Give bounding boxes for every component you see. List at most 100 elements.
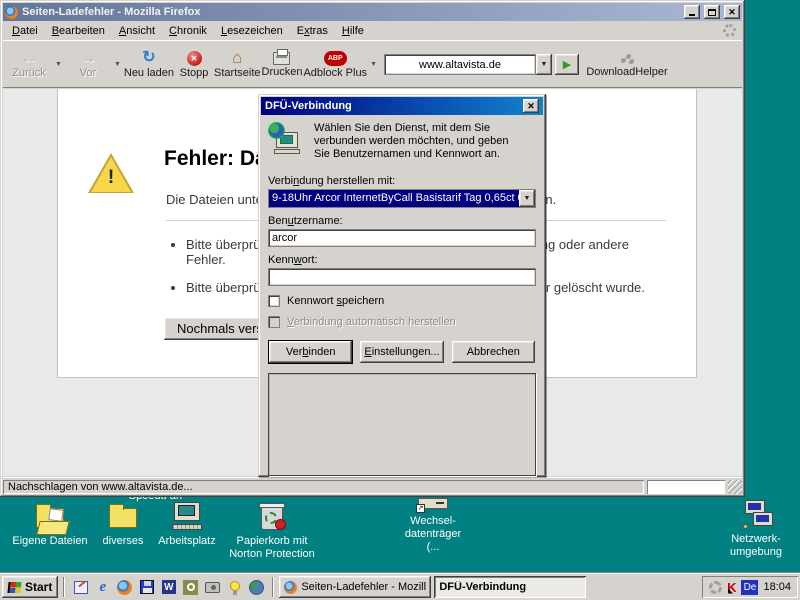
task-buttons: Seiten-Ladefehler - Mozilla ... DFÜ-Verb… <box>279 576 587 598</box>
menu-ansicht[interactable]: Ansicht <box>112 22 162 40</box>
password-field[interactable] <box>268 268 536 286</box>
url-input[interactable] <box>384 54 536 75</box>
auto-connect-label: Verbindung automatisch herstellen <box>287 316 456 328</box>
connection-combobox[interactable]: 9-18Uhr Arcor InternetByCall Basistarif … <box>268 189 536 208</box>
home-icon: ⌂ <box>232 48 243 67</box>
maximize-button[interactable] <box>704 5 720 19</box>
downloadhelper-button[interactable]: DownloadHelper <box>584 44 670 86</box>
network-icon <box>739 500 773 530</box>
stop-button[interactable]: ✕ Stopp <box>175 44 213 86</box>
forward-icon: → <box>79 48 97 67</box>
camera-icon[interactable] <box>204 579 221 596</box>
back-button[interactable]: ← Zurück <box>6 44 52 86</box>
save-password-checkbox[interactable] <box>268 295 280 307</box>
icon-label: diverses <box>102 535 144 547</box>
maximize-icon <box>708 8 716 16</box>
folder-icon <box>106 502 140 532</box>
dialog-titlebar[interactable]: DFÜ-Verbindung ✕ <box>261 97 543 115</box>
internet-explorer-icon[interactable]: e <box>94 579 111 596</box>
desktop-icon-wechseldatentraeger[interactable]: ↗ Wechsel-datenträger (... <box>390 496 476 554</box>
home-button[interactable]: ⌂ Startseite <box>214 44 260 86</box>
icon-label: Netzwerk-umgebung <box>730 533 782 558</box>
floppy-disk-icon[interactable] <box>138 579 155 596</box>
dialup-dialog: DFÜ-Verbindung ✕ Wählen Sie den Dienst, … <box>258 94 546 477</box>
browser-titlebar[interactable]: Seiten-Ladefehler - Mozilla Firefox ✕ <box>3 3 742 21</box>
taskbar: Start e W Seiten-Ladefehler - Mozilla ..… <box>0 573 800 600</box>
go-button[interactable]: ▶ <box>555 54 579 75</box>
divider <box>63 577 66 597</box>
window-title: Seiten-Ladefehler - Mozilla Firefox <box>22 6 201 18</box>
close-icon: ✕ <box>527 100 535 111</box>
throbber-icon <box>723 24 736 37</box>
desktop-icon-netzwerkumgebung[interactable]: Netzwerk-umgebung <box>716 500 796 559</box>
resize-grip-icon[interactable] <box>728 480 742 494</box>
status-area <box>268 373 536 476</box>
quick-launch-bar: e W <box>70 579 267 596</box>
stop-icon: ✕ <box>186 50 202 66</box>
folder-open-icon <box>33 502 70 535</box>
desktop-icon-arbeitsplatz[interactable]: Arbeitsplatz <box>152 502 222 548</box>
minimize-icon <box>689 14 695 16</box>
reload-button[interactable]: ↻ Neu laden <box>124 44 174 86</box>
downloadhelper-icon <box>619 51 635 65</box>
adblock-dropdown[interactable]: ▼ <box>368 61 379 68</box>
chevron-down-icon[interactable]: ▼ <box>519 190 535 207</box>
username-field[interactable] <box>268 229 536 247</box>
cancel-button[interactable]: Abbrechen <box>451 341 535 363</box>
auto-connect-checkbox <box>268 316 280 328</box>
connection-value: 9-18Uhr Arcor InternetByCall Basistarif … <box>269 190 519 207</box>
dialog-close-button[interactable]: ✕ <box>523 99 539 113</box>
phone-icon[interactable] <box>182 579 199 596</box>
connect-button[interactable]: Ver b inden <box>269 341 353 363</box>
auto-connect-row: Verbindung automatisch herstellen <box>268 316 536 328</box>
forward-button[interactable]: → Vor <box>65 44 111 86</box>
connect-label: Verbindung herstellen mit: <box>268 175 396 187</box>
status-text: Nachschlagen von www.altavista.de... <box>3 480 644 494</box>
menu-hilfe[interactable]: Hilfe <box>335 22 371 40</box>
close-icon: ✕ <box>728 6 736 17</box>
url-dropdown[interactable]: ▼ <box>536 54 552 75</box>
icon-label: Wechsel-datenträger (... <box>404 515 462 553</box>
desktop-icon-diverses[interactable]: diverses <box>94 502 152 548</box>
settings-button[interactable]: Einstellungen... <box>360 341 444 363</box>
dialog-title: DFÜ-Verbindung <box>265 100 352 112</box>
save-password-row: Kennwort speichern <box>268 295 536 307</box>
adblock-button[interactable]: ABP Adblock Plus <box>303 44 367 86</box>
save-password-label: Kennwort speichern <box>287 295 385 307</box>
firefox-icon <box>284 580 298 594</box>
recycle-bin-icon <box>255 502 289 532</box>
task-dfue-verbindung[interactable]: DFÜ-Verbindung <box>434 576 587 598</box>
progress-box <box>647 480 725 494</box>
reload-icon: ↻ <box>142 49 156 66</box>
kaspersky-icon[interactable]: K <box>727 580 736 595</box>
menu-extras[interactable]: Extras <box>290 22 335 40</box>
menu-bearbeiten[interactable]: Bearbeiten <box>45 22 112 40</box>
menubar: Datei Bearbeiten Ansicht Chronik Lesezei… <box>3 21 742 41</box>
lightbulb-icon[interactable] <box>226 579 243 596</box>
show-desktop-icon[interactable] <box>72 579 89 596</box>
adblock-icon: ABP <box>323 50 347 66</box>
firefox-icon[interactable] <box>116 579 133 596</box>
warning-icon: ! <box>88 153 134 195</box>
globe-icon[interactable] <box>248 579 265 596</box>
word-icon[interactable]: W <box>160 579 177 596</box>
task-firefox[interactable]: Seiten-Ladefehler - Mozilla ... <box>279 576 432 598</box>
desktop-icon-eigene-dateien[interactable]: Eigene Dateien <box>8 502 92 548</box>
close-button[interactable]: ✕ <box>724 5 740 19</box>
navigation-toolbar: ← Zurück ▼ → Vor ▼ ↻ Neu laden ✕ Stopp ⌂… <box>3 42 742 88</box>
dialup-network-icon <box>268 122 304 158</box>
clock[interactable]: 18:04 <box>763 581 791 593</box>
start-button[interactable]: Start <box>2 576 59 598</box>
statusbar: Nachschlagen von www.altavista.de... <box>3 477 742 494</box>
menu-lesezeichen[interactable]: Lesezeichen <box>214 22 290 40</box>
desktop-icon-papierkorb[interactable]: Papierkorb mit Norton Protection <box>222 502 322 561</box>
back-dropdown[interactable]: ▼ <box>53 61 64 68</box>
print-button[interactable]: Drucken <box>262 44 302 86</box>
menu-datei[interactable]: Datei <box>5 22 45 40</box>
minimize-button[interactable] <box>684 5 700 19</box>
forward-dropdown[interactable]: ▼ <box>112 61 123 68</box>
language-indicator[interactable]: De <box>741 579 759 595</box>
tray-clock-icon[interactable] <box>709 580 723 594</box>
menu-chronik[interactable]: Chronik <box>162 22 214 40</box>
username-label: Benutzername: <box>268 215 343 227</box>
